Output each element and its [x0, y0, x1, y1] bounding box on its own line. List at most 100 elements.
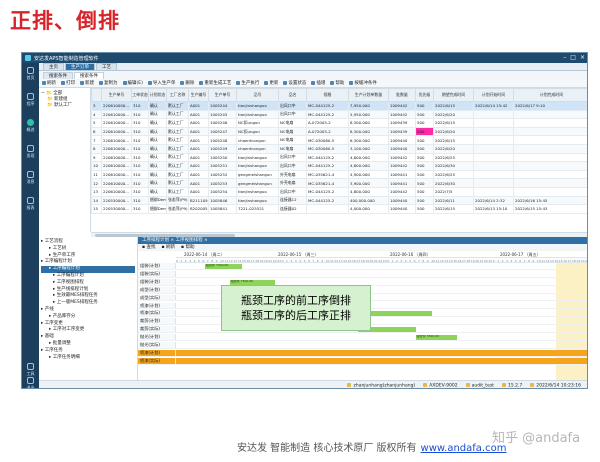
tree-node[interactable]: ▸ 工序视图排程: [41, 280, 135, 287]
gantt-row-label: 喷漆(实际): [138, 357, 176, 364]
sidebar-item-7[interactable]: 退出: [22, 377, 39, 388]
logout-icon: [27, 377, 34, 384]
gantt-task-bar[interactable]: 组合件 7300.00: [204, 264, 243, 269]
table-row[interactable]: 12 220610000... 310 确认 默认工厂 A001 1005253 gengme…: [91, 178, 587, 188]
table-cell: [473, 152, 514, 163]
tree-node[interactable]: ▸ 工序对工序变更: [41, 327, 135, 334]
toolbar-button-6[interactable]: 删除: [180, 80, 194, 86]
toolbar-label: 删除: [185, 81, 195, 86]
table-row[interactable]: 11 220610000... 310 确认 默认工厂 A001 1005252 gengme…: [91, 169, 587, 180]
tree-node[interactable]: ▸ 产品库存分: [41, 314, 135, 321]
gantt-row[interactable]: 组装(实际): [138, 270, 587, 278]
column-header[interactable]: 生产编号: [188, 88, 209, 102]
table-row[interactable]: 13 220610000... 310 确认 默认工厂 A001 1005254 tianji…: [91, 186, 587, 197]
table-cell: A001: [188, 169, 209, 180]
gantt-tool-0[interactable]: ▪ 查找: [142, 244, 155, 251]
table-row[interactable]: 5 220610000... 310 确认 默认工厂 A001 1005246 NC扣ungu…: [91, 118, 587, 128]
column-header[interactable]: 计划开始时间: [473, 88, 514, 102]
tab-0[interactable]: 主页: [43, 63, 64, 70]
table-cell: 6,300.000: [348, 135, 389, 145]
column-header[interactable]: 期望完成时间: [433, 88, 474, 102]
toolbar-button-5[interactable]: 导入生产单: [147, 80, 175, 86]
toolbar-button-9[interactable]: 更新: [264, 80, 278, 86]
tree-node[interactable]: 📁 默认工厂: [41, 103, 88, 109]
gantt-row[interactable]: 组装(计划) 组合件 7300.00: [138, 263, 587, 270]
toolbar-button-3[interactable]: 复制为: [99, 80, 118, 86]
gantt-row[interactable]: 抛光(计划) 组合件 7300.00: [138, 334, 587, 341]
gantt-row[interactable]: 抛光(实际): [138, 342, 587, 349]
column-header[interactable]: 优先级: [415, 88, 434, 102]
gantt-tool-1[interactable]: ▪ 刷新: [161, 244, 174, 251]
gantt-task-bar[interactable]: 组合件 7300.00: [415, 335, 457, 341]
tree-node[interactable]: ▸ 基础: [41, 334, 135, 341]
tree-node[interactable]: ▸ 工艺树: [41, 246, 135, 253]
gantt-tool-2[interactable]: ▪ 帮助: [181, 244, 194, 251]
footer-link[interactable]: www.andafa.com: [421, 443, 507, 454]
column-header[interactable]: 计划状态: [148, 88, 167, 102]
subtab-1[interactable]: 搜索条件: [74, 72, 104, 79]
column-header[interactable]: 批数量: [388, 88, 416, 102]
table-cell: 2022/6/30: [433, 161, 474, 171]
sidebar-item-4[interactable]: 消息: [22, 171, 39, 185]
column-header[interactable]: 品名: [278, 88, 307, 102]
close-icon[interactable]: ×: [580, 54, 585, 61]
sidebar-item-3[interactable]: 发现: [22, 145, 39, 159]
sidebar-item-0[interactable]: 首页: [22, 67, 39, 81]
status-text: audit_test: [471, 383, 494, 389]
table-row[interactable]: 4 220610000... 310 确认 默认工厂 A001 1005245 tianjin…: [91, 109, 587, 120]
tab-1[interactable]: 生产订单: [65, 63, 95, 70]
sidebar-item-2[interactable]: 概述: [22, 119, 39, 133]
sidebar-item-5[interactable]: 报表: [22, 197, 39, 211]
sidebar-item-1[interactable]: 程序: [22, 93, 39, 107]
circle-icon: [27, 119, 34, 126]
table-row[interactable]: 7 220610000... 310 确认 默认工厂 A001 1005248 chaenfc…: [91, 135, 587, 145]
column-header[interactable]: [91, 88, 102, 102]
column-header[interactable]: 工厂名称: [166, 88, 189, 102]
tab-2[interactable]: 工艺: [96, 63, 117, 70]
tree-node[interactable]: ▸ 工序编程计划: [41, 273, 135, 280]
toolbar-button-7[interactable]: 重新生成工艺: [199, 80, 231, 86]
toolbar-button-8[interactable]: 生产执行: [236, 80, 259, 86]
subtab-0[interactable]: 搜索条件: [43, 72, 73, 79]
toolbar-button-11[interactable]: 插增: [311, 80, 325, 86]
sub-tab-bar: 搜索条件 搜索条件: [39, 71, 587, 79]
table-row[interactable]: 8 220610000... 310 确认 默认工厂 A001 1005249 chaenfc…: [91, 143, 587, 154]
column-header[interactable]: 品号: [236, 88, 279, 102]
sidebar-item-6[interactable]: 工具: [22, 363, 39, 377]
tree-node[interactable]: ▸ 工序编程计划: [41, 266, 135, 273]
gantt-row[interactable]: 喷漆(计划): [138, 349, 587, 357]
table-row[interactable]: 9 220610000... 310 确认 默认工厂 A001 1005250 tianjin…: [91, 152, 587, 163]
column-header[interactable]: 计划完成时间: [513, 88, 587, 102]
table-row[interactable]: 14220530000...310捆绑Demo张若萍(P9)B211105610…: [91, 195, 587, 206]
table-row[interactable]: 3 220610000... 310 确认 默认工厂 A001 1005244 tianjin…: [91, 101, 587, 111]
toolbar-button-4[interactable]: 编辑(E): [122, 80, 143, 86]
tree-node[interactable]: ▸ 批量调整: [41, 341, 135, 348]
tree-node[interactable]: ▸ 产线: [41, 307, 135, 314]
gantt-row-label: 抛光(实际): [138, 342, 176, 348]
tree-node[interactable]: ▸ 上一版MES排程任务: [41, 300, 135, 307]
toolbar-button-1[interactable]: 打印: [61, 80, 75, 86]
tree-node[interactable]: ▸ 工序任务明细: [41, 355, 135, 362]
toolbar-button-0[interactable]: 刷新: [42, 80, 56, 86]
table-cell: 默认工厂: [166, 178, 189, 188]
table-cell: 310: [131, 195, 149, 206]
column-header[interactable]: 规格: [306, 88, 349, 102]
toolbar-button-13[interactable]: 按缓冲条件: [349, 80, 377, 86]
toolbar-button-2[interactable]: 新建: [80, 80, 94, 86]
column-header[interactable]: 生产单号: [208, 88, 237, 102]
toolbar-button-12[interactable]: 帮助: [330, 80, 344, 86]
column-header[interactable]: 工单状态: [131, 88, 149, 102]
gantt-row[interactable]: 喷漆(实际): [138, 357, 587, 365]
tree-node[interactable]: ▸ 工艺流程: [41, 239, 135, 246]
maximize-icon[interactable]: □: [570, 54, 576, 61]
table-cell: 220610000...: [101, 178, 132, 188]
gantt-tab-bar[interactable]: 工序排程计划 × 工序视图排程 ×: [138, 237, 587, 244]
table-row[interactable]: 15220530000...310捆绑Demo张若萍(P9)B202005110…: [91, 204, 587, 214]
minimize-icon[interactable]: –: [563, 54, 566, 61]
column-header[interactable]: 生产单号: [101, 88, 132, 102]
tree-node[interactable]: ▸ 工序任务: [41, 348, 135, 355]
table-row[interactable]: 6 220610000... 310 确认 默认工厂 A001 1005247 NC扣ungu…: [91, 126, 587, 137]
toolbar-button-10[interactable]: 设置状态: [283, 80, 306, 86]
table-row[interactable]: 10 220610000... 310 确认 默认工厂 A001 1005251 tianji…: [91, 161, 587, 171]
column-header[interactable]: 生产计划单数量: [348, 88, 389, 102]
